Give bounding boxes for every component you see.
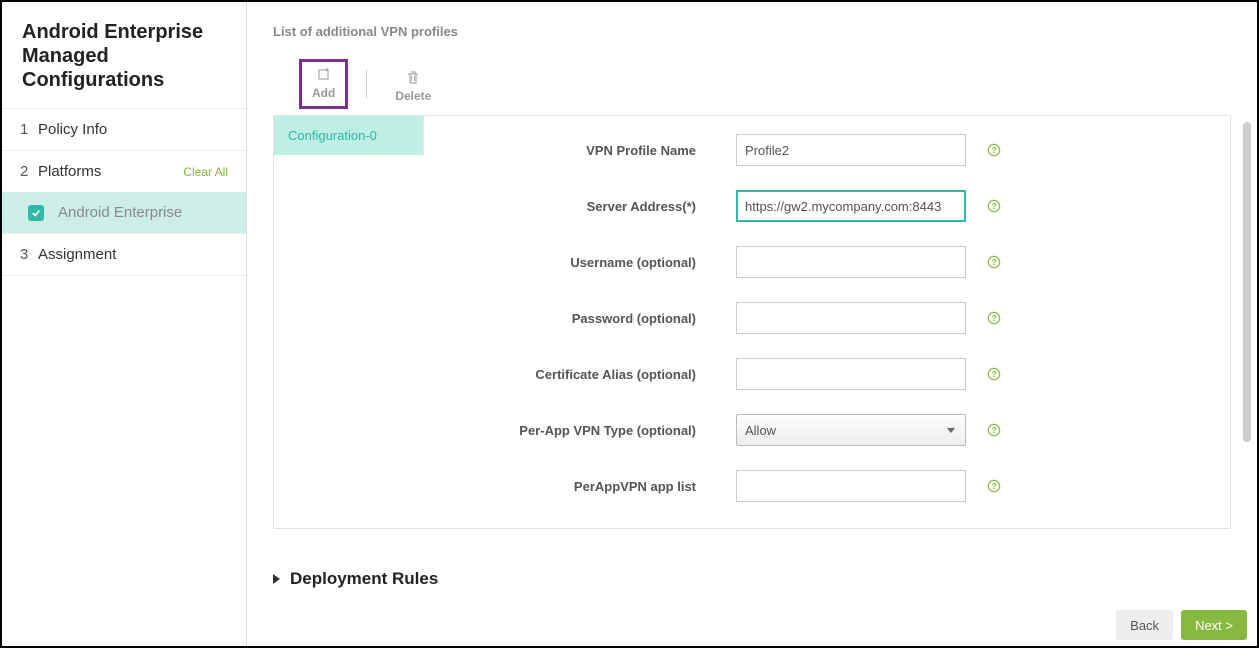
nav-label: Platforms bbox=[38, 163, 183, 180]
nav-platforms[interactable]: 2 Platforms Clear All bbox=[2, 150, 246, 192]
help-icon[interactable]: ? bbox=[986, 422, 1002, 438]
svg-text:?: ? bbox=[992, 426, 997, 435]
scrollbar-thumb[interactable] bbox=[1243, 122, 1251, 442]
triangle-right-icon bbox=[273, 574, 280, 584]
label-perapp-list: PerAppVPN app list bbox=[436, 479, 736, 494]
chevron-down-icon bbox=[947, 428, 955, 433]
label-password: Password (optional) bbox=[436, 311, 736, 326]
sidebar-item-android-enterprise[interactable]: Android Enterprise bbox=[2, 192, 246, 233]
input-cert[interactable] bbox=[736, 358, 966, 390]
add-icon bbox=[315, 66, 333, 84]
deployment-rules-label: Deployment Rules bbox=[290, 569, 438, 589]
input-username[interactable] bbox=[736, 246, 966, 278]
footer: Back Next > bbox=[1116, 610, 1247, 640]
select-perapp-type[interactable]: Allow bbox=[736, 414, 966, 446]
add-label: Add bbox=[312, 86, 335, 100]
section-title: List of additional VPN profiles bbox=[273, 24, 1231, 39]
back-button[interactable]: Back bbox=[1116, 610, 1173, 640]
help-icon[interactable]: ? bbox=[986, 142, 1002, 158]
nav-assignment[interactable]: 3 Assignment bbox=[2, 233, 246, 276]
input-password[interactable] bbox=[736, 302, 966, 334]
svg-text:?: ? bbox=[992, 146, 997, 155]
svg-text:?: ? bbox=[992, 258, 997, 267]
page-title: Android Enterprise Managed Configuration… bbox=[2, 2, 246, 108]
svg-text:?: ? bbox=[992, 314, 997, 323]
label-cert: Certificate Alias (optional) bbox=[436, 367, 736, 382]
next-button[interactable]: Next > bbox=[1181, 610, 1247, 640]
form-area: VPN Profile Name ? Server Address(*) ? U… bbox=[424, 116, 1230, 528]
sidebar: Android Enterprise Managed Configuration… bbox=[2, 2, 247, 646]
row-password: Password (optional) ? bbox=[436, 302, 1218, 334]
input-perapp-list[interactable] bbox=[736, 470, 966, 502]
checkbox-checked-icon bbox=[28, 205, 44, 221]
label-vpn-name: VPN Profile Name bbox=[436, 143, 736, 158]
help-icon[interactable]: ? bbox=[986, 198, 1002, 214]
add-button[interactable]: Add bbox=[302, 62, 345, 106]
config-list: Configuration-0 bbox=[274, 116, 424, 528]
svg-text:?: ? bbox=[992, 202, 997, 211]
nav-label: Policy Info bbox=[38, 121, 228, 138]
nav-label: Assignment bbox=[38, 246, 228, 263]
deployment-rules-toggle[interactable]: Deployment Rules bbox=[273, 569, 1231, 589]
delete-label: Delete bbox=[395, 89, 431, 103]
delete-button[interactable]: Delete bbox=[385, 65, 441, 109]
svg-text:?: ? bbox=[992, 482, 997, 491]
nav-num: 1 bbox=[20, 121, 38, 138]
label-perapp-type: Per-App VPN Type (optional) bbox=[436, 423, 736, 438]
nav-num: 3 bbox=[20, 246, 38, 263]
help-icon[interactable]: ? bbox=[986, 478, 1002, 494]
help-icon[interactable]: ? bbox=[986, 254, 1002, 270]
row-perapp-type: Per-App VPN Type (optional) Allow ? bbox=[436, 414, 1218, 446]
clear-all-link[interactable]: Clear All bbox=[183, 165, 228, 179]
svg-text:?: ? bbox=[992, 370, 997, 379]
label-username: Username (optional) bbox=[436, 255, 736, 270]
input-server[interactable] bbox=[736, 190, 966, 222]
select-value: Allow bbox=[745, 423, 776, 438]
nav-policy-info[interactable]: 1 Policy Info bbox=[2, 108, 246, 150]
row-perapp-list: PerAppVPN app list ? bbox=[436, 470, 1218, 502]
row-vpn-name: VPN Profile Name ? bbox=[436, 134, 1218, 166]
label-server: Server Address(*) bbox=[436, 199, 736, 214]
toolbar: Add Delete bbox=[273, 59, 1231, 109]
trash-icon bbox=[404, 69, 422, 87]
help-icon[interactable]: ? bbox=[986, 366, 1002, 382]
nav-num: 2 bbox=[20, 163, 38, 180]
row-cert: Certificate Alias (optional) ? bbox=[436, 358, 1218, 390]
help-icon[interactable]: ? bbox=[986, 310, 1002, 326]
config-item[interactable]: Configuration-0 bbox=[274, 116, 424, 155]
toolbar-separator bbox=[366, 70, 367, 98]
row-server: Server Address(*) ? bbox=[436, 190, 1218, 222]
main-content: List of additional VPN profiles Add Dele… bbox=[247, 2, 1257, 646]
config-panel: Configuration-0 VPN Profile Name ? Serve… bbox=[273, 115, 1231, 529]
input-vpn-name[interactable] bbox=[736, 134, 966, 166]
add-highlight: Add bbox=[299, 59, 348, 109]
row-username: Username (optional) ? bbox=[436, 246, 1218, 278]
sidebar-item-label: Android Enterprise bbox=[58, 204, 182, 221]
scrollbar[interactable] bbox=[1243, 122, 1251, 442]
